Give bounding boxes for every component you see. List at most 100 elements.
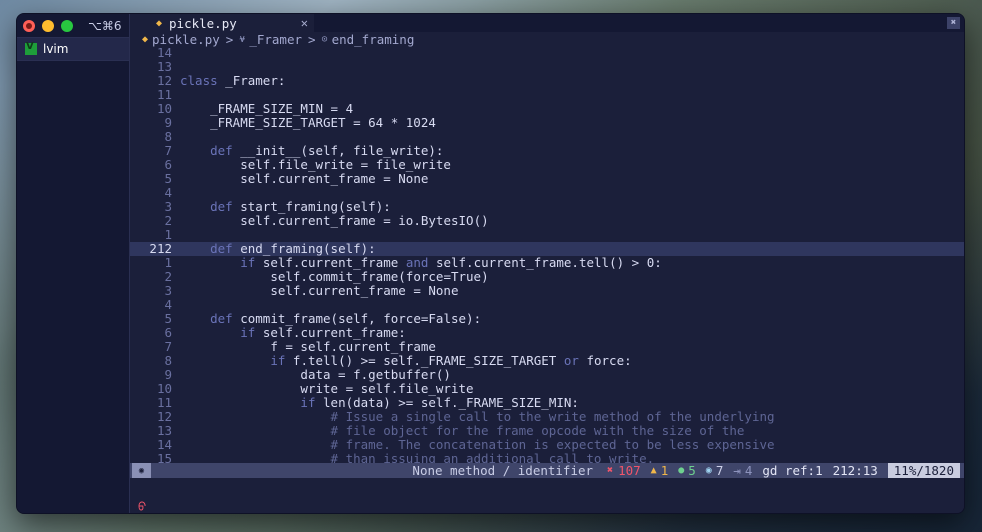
minimize-window-button[interactable]	[42, 19, 54, 32]
line-number: 13	[156, 423, 172, 438]
line-text: f = self.current_frame	[270, 339, 436, 354]
code-line[interactable]: 7 def __init__(self, file_write):	[130, 144, 964, 158]
line-text: if self.current_frame:	[240, 325, 406, 340]
line-text: self.current_frame = io.BytesIO()	[240, 213, 489, 228]
line-text: self.current_frame = None	[270, 283, 459, 298]
line-number: 13	[156, 59, 172, 74]
close-editor-button[interactable]: ✖	[947, 17, 960, 29]
code-area[interactable]: 14 13 12 class _Framer: 11 10 _FRAME_SIZE_MIN…	[130, 46, 964, 466]
code-line[interactable]: 12 # Issue a single call to the write me…	[130, 410, 964, 424]
info-count: 5	[688, 463, 696, 478]
buffer-tab-title: pickle.py	[169, 15, 237, 31]
code-line[interactable]: 6 if self.current_frame:	[130, 326, 964, 340]
diagnostic-info[interactable]: ● 5	[678, 463, 696, 478]
line-number: 3	[164, 199, 172, 214]
line-text: _FRAME_SIZE_TARGET = 64 * 1024	[210, 115, 436, 130]
code-line[interactable]: 9 data = f.getbuffer()	[130, 368, 964, 382]
line-number: 11	[156, 395, 172, 410]
warning-icon: ▲	[650, 465, 657, 476]
line-number: 2	[164, 213, 172, 228]
code-line[interactable]: 6 self.file_write = file_write	[130, 158, 964, 172]
code-line[interactable]: 5 def commit_frame(self, force=False):	[130, 312, 964, 326]
code-line[interactable]: 3 def start_framing(self):	[130, 200, 964, 214]
diagnostic-hints[interactable]: ◉ 7	[706, 463, 724, 478]
code-line[interactable]: 8 if f.tell() >= self._FRAME_SIZE_TARGET…	[130, 354, 964, 368]
line-number: 3	[164, 283, 172, 298]
line-text: if len(data) >= self._FRAME_SIZE_MIN:	[300, 395, 579, 410]
status-line: ◉ None method / identifier ✖ 107 ▲ 1 ● 5…	[130, 463, 964, 478]
lightbulb-icon: ◉	[705, 465, 712, 476]
reference-indicator: gd ref:1	[762, 463, 823, 478]
session-item-lvim[interactable]: lvim	[17, 37, 129, 61]
method-symbol-icon: ⊙	[321, 33, 328, 45]
line-number: 10	[156, 381, 172, 396]
code-line[interactable]: 14 # frame. The concatenation is expecte…	[130, 438, 964, 452]
line-number: 7	[164, 339, 172, 354]
line-number: 8	[164, 129, 172, 144]
zoom-window-button[interactable]	[61, 19, 73, 32]
line-number: 212	[149, 241, 172, 256]
breadcrumb-separator: >	[308, 31, 316, 47]
code-line-current[interactable]: 212 def end_framing(self):	[130, 242, 964, 256]
info-icon: ●	[678, 465, 685, 476]
editor-pane[interactable]: ◆ pickle.py ✕ ✖ ◆ pickle.py > ⍱ _Framer …	[130, 14, 964, 513]
code-line[interactable]: 12 class _Framer:	[130, 74, 964, 88]
line-text: def start_framing(self):	[210, 199, 391, 214]
window-titlebar: ⌥⌘6	[17, 14, 129, 37]
cursor-position: 212:13	[832, 463, 878, 478]
code-line[interactable]: 11	[130, 88, 964, 102]
buffer-tab-pickle[interactable]: ◆ pickle.py ✕	[130, 14, 314, 32]
vim-icon	[25, 41, 37, 55]
diagnostic-errors[interactable]: ✖ 107	[607, 463, 641, 478]
line-number: 4	[164, 185, 172, 200]
code-line[interactable]: 4	[130, 298, 964, 312]
line-number: 14	[156, 45, 172, 60]
error-icon: ✖	[607, 465, 614, 476]
line-number: 1	[164, 255, 172, 270]
code-line[interactable]: 9 _FRAME_SIZE_TARGET = 64 * 1024	[130, 116, 964, 130]
diagnostic-warnings[interactable]: ▲ 1	[651, 463, 669, 478]
code-line[interactable]: 10 write = self.file_write	[130, 382, 964, 396]
hint-count: 7	[715, 463, 724, 478]
line-number: 4	[164, 297, 172, 312]
code-line[interactable]: 4	[130, 186, 964, 200]
code-line[interactable]: 14	[130, 46, 964, 60]
line-number: 6	[164, 325, 172, 340]
breadcrumb-separator: >	[225, 31, 234, 47]
close-window-button[interactable]	[23, 19, 35, 32]
terminal-window: ⌥⌘6 lvim ◆ pickle.py ✕ ✖ ◆ pickle.py > ⍱…	[16, 13, 965, 514]
line-number: 12	[156, 73, 172, 88]
line-number: 1	[164, 227, 172, 242]
line-number: 12	[156, 409, 172, 424]
code-line[interactable]: 7 f = self.current_frame	[130, 340, 964, 354]
code-line[interactable]: 13	[130, 60, 964, 74]
line-number: 2	[164, 269, 172, 284]
window-shortcut-label: ⌥⌘6	[88, 18, 122, 33]
python-file-icon: ◆	[156, 17, 163, 29]
code-line[interactable]: 10 _FRAME_SIZE_MIN = 4	[130, 102, 964, 116]
code-line[interactable]: 1 if self.current_frame and self.current…	[130, 256, 964, 270]
line-text: self.commit_frame(force=True)	[270, 269, 489, 284]
code-line[interactable]: 13 # file object for the frame opcode wi…	[130, 424, 964, 438]
code-line[interactable]: 11 if len(data) >= self._FRAME_SIZE_MIN:	[130, 396, 964, 410]
code-line[interactable]: 2 self.current_frame = io.BytesIO()	[130, 214, 964, 228]
line-text: _FRAME_SIZE_MIN = 4	[210, 101, 354, 116]
code-line[interactable]: 8	[130, 130, 964, 144]
tab-icon: ⇥	[733, 463, 741, 478]
line-text: if self.current_frame and self.current_f…	[240, 255, 662, 270]
command-line[interactable]: ᠪ	[138, 494, 146, 513]
line-text: def commit_frame(self, force=False):	[210, 311, 482, 326]
code-line[interactable]: 2 self.commit_frame(force=True)	[130, 270, 964, 284]
error-count: 107	[618, 463, 641, 478]
code-line[interactable]: 5 self.current_frame = None	[130, 172, 964, 186]
breadcrumb-method[interactable]: end_framing	[332, 32, 415, 47]
breadcrumb-class[interactable]: _Framer	[249, 32, 302, 47]
line-number: 14	[156, 437, 172, 452]
code-line[interactable]: 3 self.current_frame = None	[130, 284, 964, 298]
code-line[interactable]: 1	[130, 228, 964, 242]
python-file-icon: ◆	[142, 33, 149, 45]
close-tab-icon[interactable]: ✕	[301, 16, 308, 30]
line-text: class _Framer:	[180, 73, 286, 88]
line-number: 9	[164, 367, 172, 382]
line-text: self.current_frame = None	[240, 171, 429, 186]
